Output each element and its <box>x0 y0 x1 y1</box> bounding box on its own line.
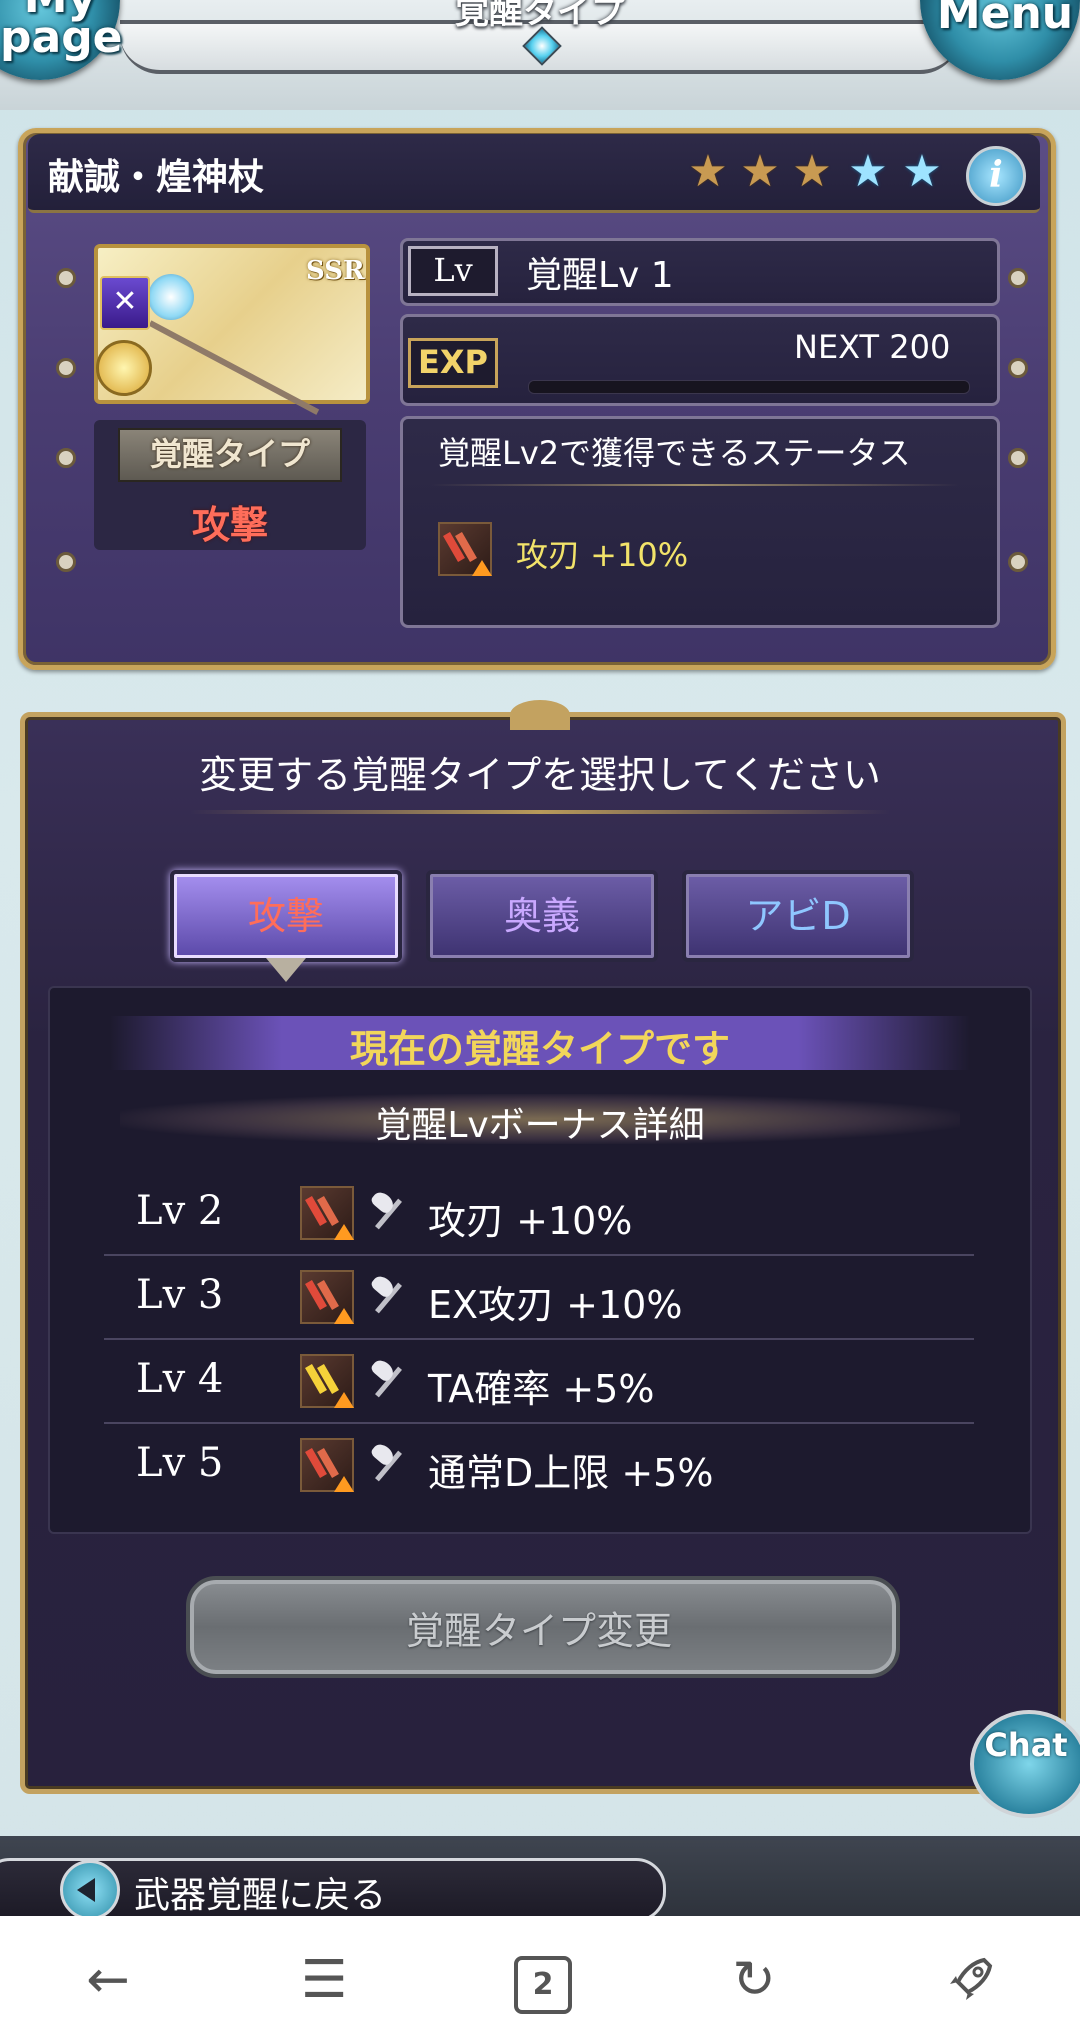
element-wind-icon: ✕ <box>100 276 150 330</box>
rivet-icon <box>56 448 76 468</box>
bonus-skill: TA確率 +5% <box>428 1367 655 1411</box>
type-abid-button[interactable]: アビD <box>682 870 914 962</box>
staff-head-icon <box>148 274 194 320</box>
axe-icon <box>366 1272 410 1318</box>
attack-up-icon <box>300 1438 354 1492</box>
tab-count-button[interactable]: 2 <box>514 1956 572 2014</box>
awaken-type-value: 攻撃 <box>191 503 268 547</box>
chat-label: Chat <box>984 1726 1068 1764</box>
bonus-level: Lv 4 <box>136 1356 224 1402</box>
rarity-badge: SSR <box>306 256 365 286</box>
selected-pointer-icon <box>266 958 306 982</box>
rivet-icon <box>56 552 76 572</box>
awaken-type-label: 覚醒タイプ <box>118 428 342 482</box>
rivet-icon <box>1008 552 1028 572</box>
panel-ornament <box>510 700 570 730</box>
bonus-level: Lv 3 <box>136 1272 224 1318</box>
title-divider <box>190 810 890 814</box>
attack-up-icon <box>438 522 492 576</box>
axe-icon <box>366 1188 410 1234</box>
type-ougi-button[interactable]: 奥義 <box>426 870 658 962</box>
exp-progress-bar <box>528 380 970 394</box>
change-type-label: 覚醒タイプ変更 <box>405 1609 672 1653</box>
rivet-icon <box>1008 358 1028 378</box>
star-filled-icon: ★ <box>740 146 780 197</box>
current-type-text: 現在の覚醒タイプです <box>349 1027 730 1071</box>
attack-up-icon <box>300 1186 354 1240</box>
rocket-icon[interactable] <box>940 1950 1000 2010</box>
lv-badge: Lv <box>408 246 498 296</box>
next-status-skill: 攻刃 +10% <box>516 536 689 574</box>
star-filled-icon: ★ <box>688 146 728 197</box>
rivet-icon <box>56 268 76 288</box>
back-label: 武器覚醒に戻る <box>134 1875 387 1916</box>
star-blue-icon: ★ <box>902 146 942 197</box>
axe-icon <box>366 1356 410 1402</box>
browser-reload-icon[interactable]: ↻ <box>724 1950 784 2010</box>
weapon-type-staff-icon <box>96 340 152 396</box>
mypage-label: My page <box>0 0 123 63</box>
type-attack-button[interactable]: 攻撃 <box>170 870 402 962</box>
next-status-title: 覚醒Lv2で獲得できるステータス <box>438 434 911 472</box>
attack-up-icon <box>300 1270 354 1324</box>
bonus-level: Lv 5 <box>136 1440 224 1486</box>
rivet-icon <box>56 358 76 378</box>
weapon-name: 献誠・煌神杖 <box>48 157 265 198</box>
rivet-icon <box>1008 448 1028 468</box>
browser-back-icon[interactable]: ← <box>78 1950 138 2010</box>
next-exp-text: NEXT 200 <box>794 328 951 366</box>
bonus-skill: EX攻刃 +10% <box>428 1283 683 1327</box>
axe-icon <box>366 1440 410 1486</box>
menu-label: Menu <box>936 0 1074 39</box>
browser-menu-icon[interactable]: ☰ <box>294 1950 354 2010</box>
status-divider <box>430 484 960 486</box>
star-blue-icon: ★ <box>848 146 888 197</box>
info-icon[interactable]: i <box>966 146 1026 206</box>
rivet-icon <box>1008 268 1028 288</box>
awaken-level-text: 覚醒Lv 1 <box>526 255 674 296</box>
bonus-level: Lv 2 <box>136 1188 224 1234</box>
select-title: 変更する覚醒タイプを選択してください <box>199 753 881 797</box>
bonus-skill: 通常D上限 +5% <box>428 1451 714 1495</box>
star-filled-icon: ★ <box>792 146 832 197</box>
bonus-header: 覚醒Lvボーナス詳細 <box>375 1105 705 1146</box>
back-arrow-icon[interactable] <box>60 1860 120 1920</box>
bonus-skill: 攻刃 +10% <box>428 1199 633 1243</box>
exp-badge: EXP <box>408 338 498 388</box>
triple-attack-up-icon <box>300 1354 354 1408</box>
